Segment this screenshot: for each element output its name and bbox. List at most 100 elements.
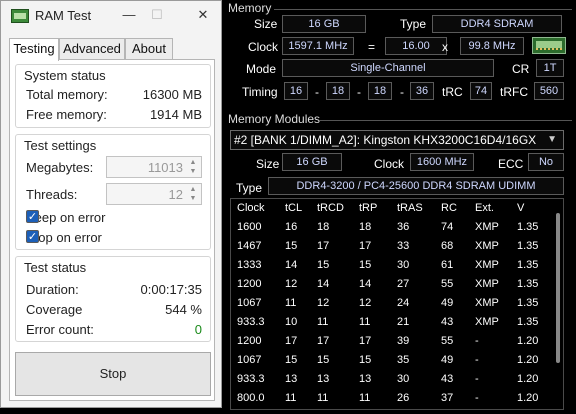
timing-cl: 16: [284, 82, 308, 100]
system-status-group: System status Total memory: 16300 MB Fre…: [15, 64, 211, 128]
table-cell: 49: [441, 354, 454, 366]
table-cell: 1333: [237, 259, 262, 271]
clock-label: Clock: [248, 40, 279, 54]
table-cell: 15: [359, 354, 372, 366]
spin-up-icon[interactable]: ▲: [187, 185, 199, 194]
table-cell: -: [475, 392, 479, 404]
table-cell: 12: [359, 297, 372, 309]
table-cell: 1067: [237, 297, 262, 309]
table-cell: 11: [317, 316, 329, 328]
cr-value: 1T: [536, 59, 564, 77]
stop-on-error-checkbox[interactable]: ✓ Stop on error: [26, 230, 102, 245]
table-cell: 15: [285, 240, 298, 252]
spin-up-icon[interactable]: ▲: [187, 158, 199, 167]
table-cell: 17: [317, 240, 330, 252]
table-scrollbar[interactable]: [556, 213, 560, 363]
chevron-down-icon: ▼: [547, 134, 557, 145]
threads-value: 12: [168, 187, 183, 202]
minimize-button[interactable]: —: [117, 5, 141, 25]
table-cell: 43: [441, 373, 454, 385]
table-cell: 13: [285, 373, 298, 385]
close-button[interactable]: ✕: [191, 5, 215, 25]
cr-label: CR: [512, 62, 530, 76]
table-cell: 11: [359, 316, 371, 328]
table-cell: 49: [441, 297, 454, 309]
spin-down-icon[interactable]: ▼: [187, 194, 199, 203]
dash: -: [315, 85, 319, 99]
title-bar[interactable]: RAM Test — ☐ ✕: [1, 1, 221, 31]
table-cell: 11: [285, 392, 297, 404]
mode-value: Single-Channel: [282, 59, 494, 77]
dimm-icon: [532, 37, 566, 54]
table-cell: 1.35: [517, 297, 539, 309]
table-cell: 30: [397, 259, 410, 271]
table-cell: 1067: [237, 354, 262, 366]
threads-stepper[interactable]: 12 ▲ ▼: [106, 183, 202, 205]
table-cell: 55: [441, 335, 454, 347]
table-cell: 1467: [237, 240, 262, 252]
table-cell: 12: [317, 297, 330, 309]
table-cell: 18: [359, 221, 372, 233]
table-cell: 11: [359, 392, 371, 404]
table-cell: 17: [359, 240, 372, 252]
column-header: tRAS: [397, 202, 423, 214]
column-header: Ext.: [475, 202, 494, 214]
timing-label: Timing: [242, 85, 278, 99]
column-header: RC: [441, 202, 457, 214]
table-cell: 37: [441, 392, 454, 404]
table-cell: 1.35: [517, 240, 539, 252]
module-type-label: Type: [236, 181, 263, 195]
tab-advanced[interactable]: Advanced: [59, 38, 125, 60]
table-cell: 21: [397, 316, 410, 328]
table-cell: 933.3: [237, 316, 265, 328]
megabytes-value: 11013: [147, 160, 183, 175]
table-cell: 18: [317, 221, 330, 233]
table-cell: 39: [397, 335, 410, 347]
checkmark-icon: ✓: [26, 230, 39, 243]
table-cell: 36: [397, 221, 410, 233]
table-cell: XMP: [475, 240, 499, 252]
table-cell: 15: [317, 259, 330, 271]
table-cell: 30: [397, 373, 410, 385]
table-cell: 24: [397, 297, 410, 309]
table-cell: XMP: [475, 278, 499, 290]
module-selector[interactable]: #2 [BANK 1/DIMM_A2]: Kingston KHX3200C16…: [230, 130, 564, 150]
column-header: tRCD: [317, 202, 344, 214]
checkmark-icon: ✓: [26, 210, 39, 223]
table-cell: 1.35: [517, 259, 539, 271]
dash: -: [357, 85, 361, 99]
size-value: 16 GB: [282, 15, 366, 33]
table-cell: 1.20: [517, 335, 539, 347]
module-size-label: Size: [256, 157, 280, 171]
maximize-button[interactable]: ☐: [145, 5, 169, 25]
coverage-label: Coverage: [26, 302, 83, 317]
table-cell: 12: [285, 278, 298, 290]
duration-value: 0:00:17:35: [140, 282, 202, 297]
table-cell: 15: [285, 354, 298, 366]
table-cell: 68: [441, 240, 454, 252]
module-clock-label: Clock: [374, 157, 405, 171]
tab-about[interactable]: About: [125, 38, 173, 60]
column-header: tCL: [285, 202, 303, 214]
duration-row: Duration: 0:00:17:35: [26, 282, 202, 297]
test-status-title: Test status: [24, 260, 87, 275]
module-clock-value: 1600 MHz: [410, 153, 474, 171]
table-cell: 13: [317, 373, 330, 385]
spd-timings-table[interactable]: Clock tCL tRCD tRP tRAS RC Ext. V 1600 16 18 18 36 74…: [230, 198, 564, 410]
table-cell: XMP: [475, 316, 499, 328]
table-cell: 35: [397, 354, 410, 366]
column-header: tRP: [359, 202, 378, 214]
stop-button[interactable]: Stop: [15, 352, 211, 396]
total-memory-label: Total memory:: [26, 87, 108, 102]
table-cell: 14: [285, 259, 298, 271]
test-settings-title: Test settings: [24, 138, 97, 153]
megabytes-stepper[interactable]: 11013 ▲ ▼: [106, 156, 202, 178]
trc-value: 74: [470, 82, 492, 100]
spin-down-icon[interactable]: ▼: [187, 167, 199, 176]
tab-testing[interactable]: Testing: [9, 38, 59, 61]
table-cell: 16: [285, 221, 298, 233]
beep-on-error-checkbox[interactable]: ✓ Beep on error: [26, 210, 106, 225]
test-status-group: Test status Duration: 0:00:17:35 Coverag…: [15, 256, 211, 342]
table-cell: 33: [397, 240, 410, 252]
table-cell: 10: [285, 316, 298, 328]
